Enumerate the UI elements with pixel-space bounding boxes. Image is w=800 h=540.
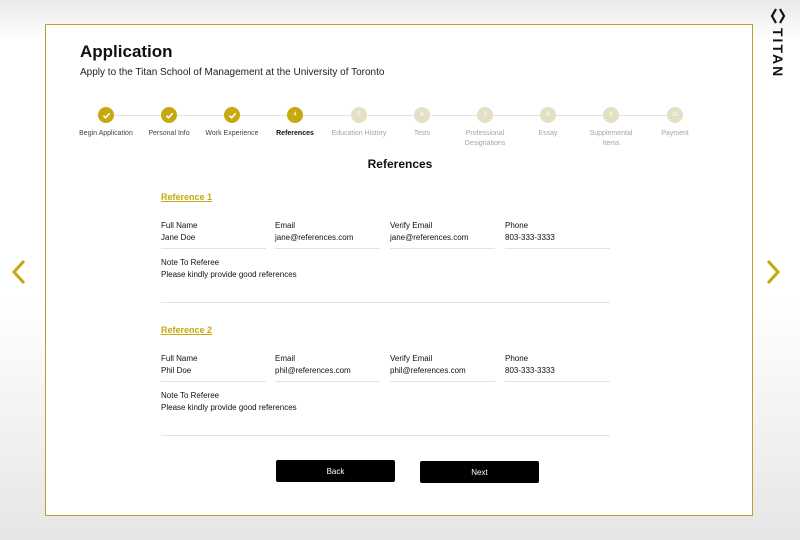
reference-2-block: Reference 2 Full Name Phil Doe Email phi… <box>161 325 611 437</box>
phone-value[interactable]: 803-333-3333 <box>505 366 610 382</box>
step-circle: 8 <box>540 107 556 123</box>
email-value[interactable]: jane@references.com <box>275 233 380 249</box>
titan-logo: TITAN <box>768 8 788 78</box>
step-label: Begin Application <box>79 130 133 137</box>
step-circle: 9 <box>603 107 619 123</box>
step-label: References <box>276 130 314 137</box>
step-label: Essay <box>538 130 558 137</box>
step-label: Supplemental Items <box>589 130 633 147</box>
verify-email-value[interactable]: jane@references.com <box>390 233 495 249</box>
step-label: Work Experience <box>205 130 259 137</box>
field-label: Verify Email <box>390 354 433 363</box>
check-icon <box>161 107 177 123</box>
step-payment[interactable]: 10 Payment <box>635 107 715 139</box>
step-circle: 5 <box>351 107 367 123</box>
reference-2-phone-field[interactable]: Phone 803-333-3333 <box>505 354 610 382</box>
step-circle: 10 <box>667 107 683 123</box>
step-circle: 4 <box>287 107 303 123</box>
section-title: References <box>367 157 433 171</box>
field-label: Note To Referee <box>161 258 220 267</box>
field-label: Phone <box>505 354 529 363</box>
note-value[interactable]: Please kindly provide good references <box>161 270 610 303</box>
step-label: Personal Info <box>148 130 190 137</box>
progress-stepper: Begin Application Personal Info Work Exp… <box>70 107 710 157</box>
brand-name: TITAN <box>770 28 786 79</box>
field-label: Verify Email <box>390 221 433 230</box>
check-icon <box>224 107 240 123</box>
field-label: Email <box>275 221 296 230</box>
reference-1-block: Reference 1 Full Name Jane Doe Email jan… <box>161 192 611 304</box>
field-label: Full Name <box>161 221 198 230</box>
reference-1-phone-field[interactable]: Phone 803-333-3333 <box>505 221 610 249</box>
field-label: Note To Referee <box>161 391 220 400</box>
step-label: Education History <box>331 130 387 137</box>
step-circle: 7 <box>477 107 493 123</box>
field-label: Email <box>275 354 296 363</box>
verify-email-value[interactable]: phil@references.com <box>390 366 495 382</box>
email-value[interactable]: phil@references.com <box>275 366 380 382</box>
reference-2-verify-email-field[interactable]: Verify Email phil@references.com <box>390 354 495 382</box>
hexagon-logo-icon <box>770 8 786 24</box>
reference-1-email-field[interactable]: Email jane@references.com <box>275 221 380 249</box>
full-name-value[interactable]: Jane Doe <box>161 233 266 249</box>
check-icon <box>98 107 114 123</box>
step-label: Tests <box>413 130 431 137</box>
page-title: Application <box>80 42 173 61</box>
phone-value[interactable]: 803-333-3333 <box>505 233 610 249</box>
next-button[interactable]: Next <box>420 461 539 483</box>
reference-1-full-name-field[interactable]: Full Name Jane Doe <box>161 221 266 249</box>
full-name-value[interactable]: Phil Doe <box>161 366 266 382</box>
step-circle: 6 <box>414 107 430 123</box>
field-label: Full Name <box>161 354 198 363</box>
previous-arrow-icon[interactable] <box>10 259 28 285</box>
reference-2-full-name-field[interactable]: Full Name Phil Doe <box>161 354 266 382</box>
reference-1-note-field[interactable]: Note To Referee Please kindly provide go… <box>161 258 610 303</box>
reference-1-heading[interactable]: Reference 1 <box>161 192 611 202</box>
step-label: Payment <box>661 130 689 137</box>
step-label: Professional Designations <box>464 130 506 147</box>
next-arrow-icon[interactable] <box>764 259 782 285</box>
reference-2-email-field[interactable]: Email phil@references.com <box>275 354 380 382</box>
reference-1-verify-email-field[interactable]: Verify Email jane@references.com <box>390 221 495 249</box>
reference-2-heading[interactable]: Reference 2 <box>161 325 611 335</box>
back-button[interactable]: Back <box>276 460 395 482</box>
note-value[interactable]: Please kindly provide good references <box>161 403 610 436</box>
page-subtitle: Apply to the Titan School of Management … <box>80 67 385 78</box>
field-label: Phone <box>505 221 529 230</box>
reference-2-note-field[interactable]: Note To Referee Please kindly provide go… <box>161 391 610 436</box>
